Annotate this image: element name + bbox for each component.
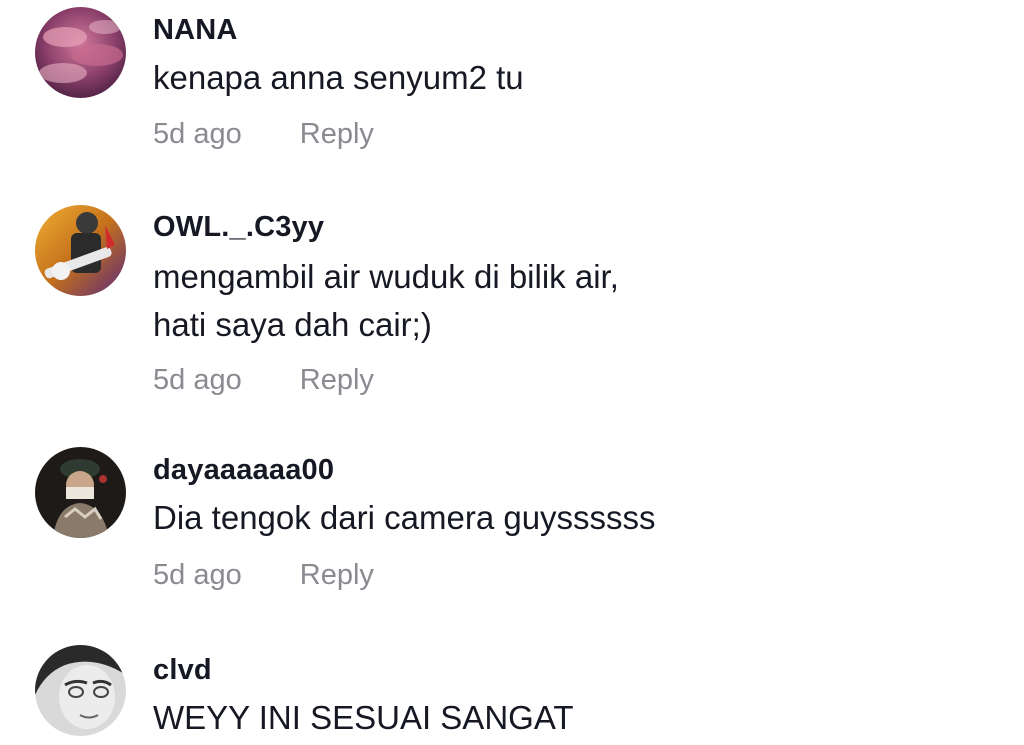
comment-text-line: WEYY INI SESUAI SANGAT <box>153 699 574 736</box>
comment-username[interactable]: clvd <box>153 654 212 687</box>
comment-list: NANA kenapa anna senyum2 tu 5d ago Reply <box>0 0 1024 745</box>
comment-text: WEYY INI SESUAI SANGAT <box>153 694 574 742</box>
avatar[interactable] <box>35 645 126 736</box>
comment-item: clvd WEYY INI SESUAI SANGAT <box>0 0 1024 745</box>
avatar-portrait-icon <box>35 645 126 736</box>
